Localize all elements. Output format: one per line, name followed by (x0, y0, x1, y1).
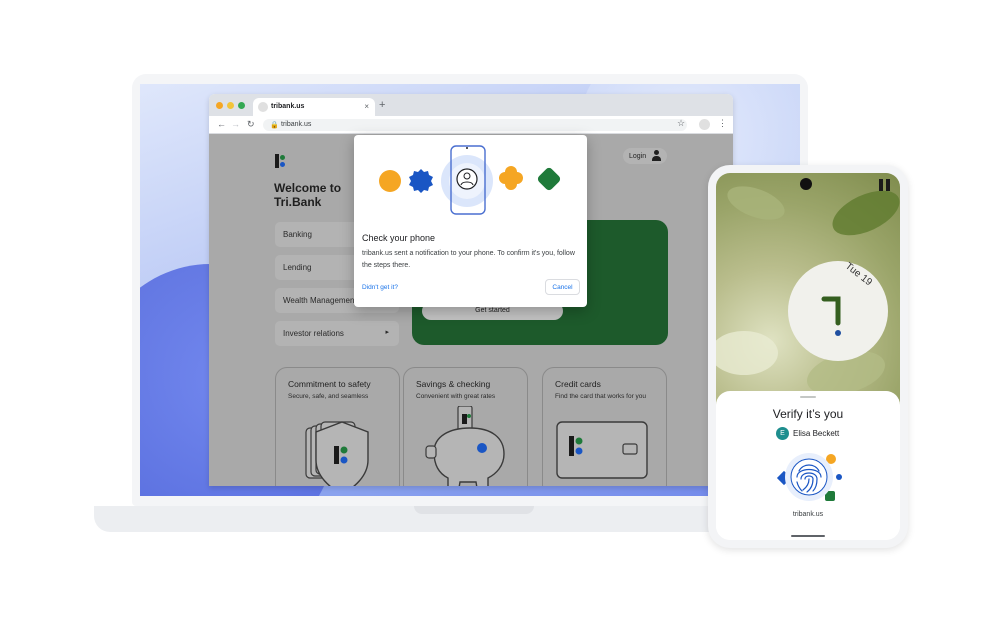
clock-hands-icon (821, 296, 841, 336)
nav-item-label: Lending (283, 263, 312, 272)
dialog-message: tribank.us sent a notification to your p… (362, 250, 575, 269)
browser-tab[interactable]: tribank.us × (253, 98, 375, 116)
reload-icon[interactable]: ↻ (247, 119, 255, 130)
didnt-get-it-link[interactable]: Didn't get it? (362, 284, 398, 291)
profile-avatar[interactable] (699, 119, 710, 130)
favicon-icon (258, 102, 268, 112)
card-subtitle: Find the card that works for you (555, 393, 647, 400)
browser-toolbar: ← → ↻ 🔒 tribank.us ☆ ⋮ (209, 116, 733, 134)
card-title: Commitment to safety (288, 379, 371, 389)
nav-item-label: Wealth Management (283, 296, 357, 305)
credit-card-icon (556, 421, 648, 479)
feature-card-savings[interactable]: Savings & checking Convenient with great… (403, 367, 528, 486)
bookmark-star-icon[interactable]: ☆ (677, 118, 685, 129)
cancel-button[interactable]: Cancel (545, 279, 580, 295)
person-icon (652, 150, 661, 162)
browser-menu-icon[interactable]: ⋮ (718, 118, 727, 129)
dialog-title: Check your phone (362, 233, 436, 243)
sheet-handle[interactable] (800, 396, 816, 398)
nav-item-label: Banking (283, 230, 312, 239)
address-text: tribank.us (281, 121, 312, 128)
new-tab-icon[interactable]: + (379, 99, 385, 111)
card-title: Credit cards (555, 379, 601, 389)
home-gesture-bar[interactable] (791, 535, 825, 537)
tab-close-icon[interactable]: × (364, 102, 369, 111)
maximize-window-dot[interactable] (238, 102, 245, 109)
shield-icon (305, 421, 369, 486)
piggy-bank-icon (425, 406, 505, 486)
tribank-logo (275, 154, 287, 168)
lockscreen-wallpaper: Tue 19 (716, 173, 900, 413)
back-icon[interactable]: ← (217, 119, 226, 129)
forward-icon[interactable]: → (231, 119, 240, 129)
chevron-right-icon: ▸ (385, 329, 389, 336)
verify-bottom-sheet: Verify it’s you E Elisa Beckett tribank.… (716, 391, 900, 540)
verify-title: Verify it’s you (772, 407, 844, 421)
minimize-window-dot[interactable] (227, 102, 234, 109)
card-subtitle: Convenient with great rates (416, 393, 496, 400)
tab-strip: tribank.us × + (209, 94, 733, 116)
feature-card-credit[interactable]: Credit cards Find the card that works fo… (542, 367, 667, 486)
relying-party-domain: tribank.us (792, 511, 824, 518)
phone-illustration (379, 145, 561, 215)
check-phone-dialog: Check your phone tribank.us sent a notif… (354, 135, 587, 307)
nav-item-investor-relations[interactable]: Investor relations ▸ (275, 321, 399, 346)
lockscreen-clock (788, 261, 888, 361)
fingerprint-icon[interactable] (773, 449, 845, 507)
front-camera (800, 178, 812, 190)
nav-item-label: Investor relations (283, 329, 344, 338)
feature-card-safety[interactable]: Commitment to safety Secure, safe, and s… (275, 367, 400, 486)
tab-title: tribank.us (271, 103, 305, 110)
card-title: Savings & checking (416, 379, 491, 389)
address-bar[interactable]: 🔒 tribank.us (263, 119, 687, 131)
login-button[interactable]: Login (623, 148, 667, 164)
page-title: Welcome to Tri.Bank (274, 181, 342, 209)
lock-icon: 🔒 (270, 122, 279, 129)
close-window-dot[interactable] (216, 102, 223, 109)
login-label: Login (629, 153, 647, 160)
account-name: Elisa Beckett (793, 429, 840, 438)
avatar: E (776, 427, 789, 440)
phone-screen: Tue 19 Verify it’s you E Elisa Beckett t… (716, 173, 900, 540)
card-subtitle: Secure, safe, and seamless (288, 393, 369, 400)
